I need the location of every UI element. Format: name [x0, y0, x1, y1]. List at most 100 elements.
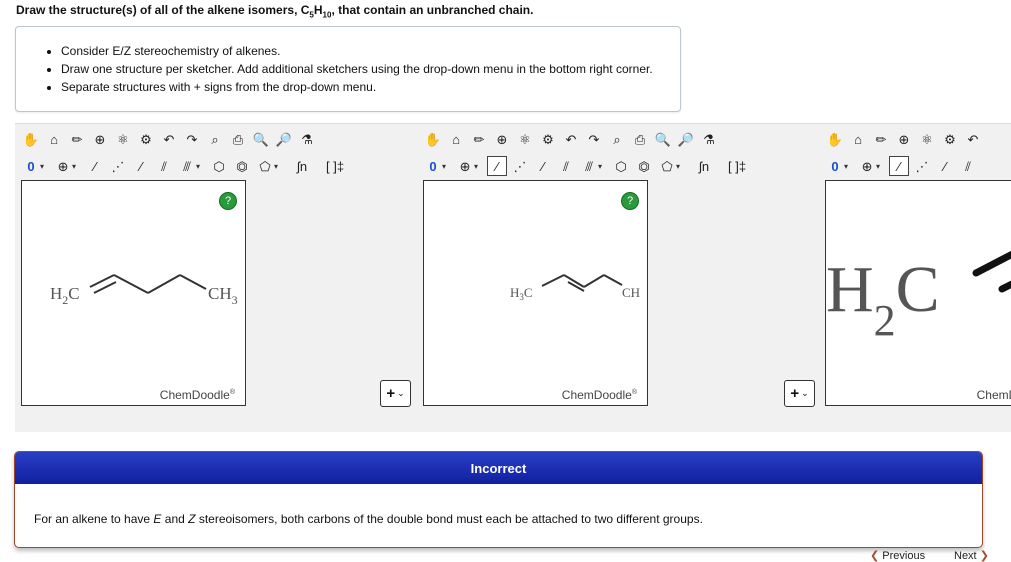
undo-icon[interactable]: ↶ [561, 129, 581, 149]
hexagon-ring-icon[interactable]: ⬡ [209, 156, 229, 176]
chevron-down-icon[interactable]: ▾ [844, 162, 848, 171]
zoom-out-icon[interactable]: 🔎 [274, 129, 294, 149]
charge-tool[interactable]: 0 [423, 156, 443, 176]
toolbar-row-1: ✋ ⌂ ✏ ⊕ ⚛ ⚙ ↶ ↷ ⌕ ⎙ 🔍 🔎 ⚗ [21, 128, 317, 150]
clean-icon[interactable]: ⚗ [699, 129, 719, 149]
pencil-icon[interactable]: ✏ [871, 129, 891, 149]
template-icon[interactable]: ⎙ [228, 129, 248, 149]
next-link[interactable]: Next ❯ [954, 549, 989, 562]
hexagon-ring-icon[interactable]: ⬡ [611, 156, 631, 176]
add-plus-button[interactable]: + ⌄ [380, 380, 411, 407]
double-bond-icon[interactable]: ⫽ [958, 156, 978, 176]
sketcher-canvas[interactable]: ? H2C CH3 ChemDoodle® [21, 180, 246, 406]
add-atom-icon[interactable]: ⊕ [53, 156, 73, 176]
chevron-down-icon[interactable]: ▾ [474, 162, 478, 171]
single-bond-icon[interactable]: ∕ [889, 156, 910, 176]
sketcher-canvas[interactable]: H2C ChemDo [825, 180, 1011, 406]
toolbar-row-1: ✋ ⌂ ✏ ⊕ ⚛ ⚙ ↶ ↷ ⌕ ⎙ 🔍 🔎 ⚗ [423, 128, 719, 150]
chevron-down-icon[interactable]: ▾ [598, 162, 602, 171]
chevron-down-icon[interactable]: ▾ [676, 162, 680, 171]
double-bond-icon[interactable]: ⫽ [154, 156, 174, 176]
chevron-down-icon[interactable]: ▾ [196, 162, 200, 171]
pentagon-ring-icon[interactable]: ⬠ [657, 156, 677, 176]
bracket-icon[interactable]: [ ]‡ [320, 156, 350, 176]
flip-vertical-icon[interactable]: ⚙ [940, 129, 960, 149]
eraser-icon[interactable]: ⌂ [848, 129, 868, 149]
chemdoodle-brand: ChemDoodle® [561, 388, 637, 402]
instructions-panel: Consider E/Z stereochemistry of alkenes.… [15, 26, 681, 112]
bond-single [603, 274, 623, 286]
chevron-down-icon[interactable]: ▾ [40, 162, 44, 171]
bracket-icon[interactable]: [ ]‡ [722, 156, 752, 176]
pencil-icon[interactable]: ✏ [469, 129, 489, 149]
chevron-down-icon[interactable]: ▾ [876, 162, 880, 171]
sketcher-1: ✋ ⌂ ✏ ⊕ ⚛ ⚙ ↶ ↷ ⌕ ⎙ 🔍 🔎 ⚗ 0 ▾ ⊕ ▾ ∕ ⋰ ⁄ ⫽ … [15, 124, 385, 414]
clean-icon[interactable]: ⚗ [297, 129, 317, 149]
wedge-bond-icon[interactable]: ⁄ [935, 156, 955, 176]
search-icon[interactable]: ⌕ [205, 129, 225, 149]
molecule-structure: H3C CH [510, 274, 640, 302]
add-atom-icon[interactable]: ⊕ [857, 156, 877, 176]
hand-tool-icon[interactable]: ✋ [825, 129, 845, 149]
pentagon-ring-icon[interactable]: ⬠ [255, 156, 275, 176]
eraser-icon[interactable]: ⌂ [446, 129, 466, 149]
chevron-down-icon: ⌄ [397, 388, 405, 398]
chevron-left-icon: ❮ [870, 550, 880, 562]
toolbar-row-1: ✋ ⌂ ✏ ⊕ ⚛ ⚙ ↶ [825, 128, 983, 150]
zoom-out-icon[interactable]: 🔎 [676, 129, 696, 149]
double-bond-icon[interactable]: ⫽ [556, 156, 576, 176]
atom-label-ch: CH [622, 285, 640, 300]
atom-label-h2c: H2C [50, 284, 80, 307]
hand-tool-icon[interactable]: ✋ [423, 129, 443, 149]
eraser-icon[interactable]: ⌂ [44, 129, 64, 149]
flip-vertical-icon[interactable]: ⚙ [538, 129, 558, 149]
chain-bond-icon[interactable]: ⋰ [912, 156, 932, 176]
template-icon[interactable]: ⎙ [630, 129, 650, 149]
molecule-structure: H2C CH3 [50, 274, 238, 307]
center-icon[interactable]: ⊕ [90, 129, 110, 149]
instruction-item: Consider E/Z stereochemistry of alkenes. [61, 42, 680, 60]
flip-horizontal-icon[interactable]: ⚛ [515, 129, 535, 149]
triple-bond-icon[interactable]: ⫻ [579, 156, 599, 176]
hand-tool-icon[interactable]: ✋ [21, 129, 41, 149]
pencil-icon[interactable]: ✏ [67, 129, 87, 149]
redo-icon[interactable]: ↷ [182, 129, 202, 149]
bond-single [147, 274, 181, 294]
triple-bond-icon[interactable]: ⫻ [177, 156, 197, 176]
center-icon[interactable]: ⊕ [492, 129, 512, 149]
wedge-bond-icon[interactable]: ⁄ [533, 156, 553, 176]
charge-tool[interactable]: 0 [21, 156, 41, 176]
previous-link[interactable]: ❮ Previous [870, 549, 925, 562]
undo-icon[interactable]: ↶ [963, 129, 983, 149]
chevron-down-icon[interactable]: ▾ [442, 162, 446, 171]
add-atom-icon[interactable]: ⊕ [455, 156, 475, 176]
chemdoodle-brand: ChemDoodle® [159, 388, 235, 402]
add-plus-button[interactable]: + ⌄ [784, 380, 815, 407]
chevron-down-icon[interactable]: ▾ [72, 162, 76, 171]
search-icon[interactable]: ⌕ [607, 129, 627, 149]
instruction-item: Draw one structure per sketcher. Add add… [61, 60, 680, 78]
flip-horizontal-icon[interactable]: ⚛ [113, 129, 133, 149]
repeat-unit-icon[interactable]: ʃn [689, 156, 719, 176]
zoom-in-icon[interactable]: 🔍 [653, 129, 673, 149]
atom-label-h2c: H2C [826, 253, 940, 345]
feedback-message: For an alkene to have E and Z stereoisom… [34, 512, 703, 526]
benzene-ring-icon[interactable]: ⏣ [634, 156, 654, 176]
redo-icon[interactable]: ↷ [584, 129, 604, 149]
chain-bond-icon[interactable]: ⋰ [510, 156, 530, 176]
repeat-unit-icon[interactable]: ʃn [287, 156, 317, 176]
zoom-in-icon[interactable]: 🔍 [251, 129, 271, 149]
flip-horizontal-icon[interactable]: ⚛ [917, 129, 937, 149]
undo-icon[interactable]: ↶ [159, 129, 179, 149]
wedge-bond-icon[interactable]: ⁄ [131, 156, 151, 176]
sketcher-canvas[interactable]: ? H3C CH ChemDoodle® [423, 180, 648, 406]
chevron-down-icon[interactable]: ▾ [274, 162, 278, 171]
toolbar-row-2: 0 ▾ ⊕ ▾ ∕ ⋰ ⁄ ⫽ [825, 155, 978, 177]
flip-vertical-icon[interactable]: ⚙ [136, 129, 156, 149]
benzene-ring-icon[interactable]: ⏣ [232, 156, 252, 176]
single-bond-icon[interactable]: ∕ [85, 156, 105, 176]
center-icon[interactable]: ⊕ [894, 129, 914, 149]
single-bond-icon[interactable]: ∕ [487, 156, 508, 176]
chain-bond-icon[interactable]: ⋰ [108, 156, 128, 176]
charge-tool[interactable]: 0 [825, 156, 845, 176]
